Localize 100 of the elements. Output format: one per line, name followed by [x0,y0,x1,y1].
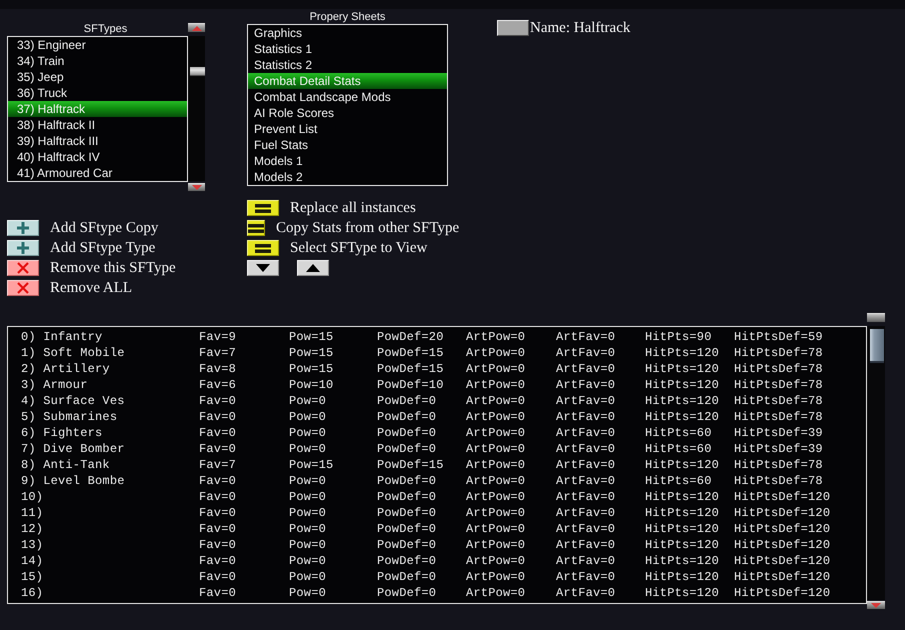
table-cell-text: ArtPow=0 [466,425,526,441]
list-item[interactable]: 41) Armoured Car [8,165,187,181]
action-button[interactable] [247,220,265,236]
list-item[interactable]: Combat Landscape Mods [248,89,447,105]
list-item[interactable]: Graphics [248,25,447,41]
table-cell-text: ArtPow=0 [466,345,526,361]
list-item[interactable]: Models 2 [248,169,447,185]
table-cell-text: HitPts=120 [645,521,720,537]
list-item[interactable]: Statistics 2 [248,57,447,73]
table-cell-text: Pow=15 [289,329,334,345]
list-item[interactable]: Prevent List [248,121,447,137]
table-cell-text: 4) Surface Ves [21,393,126,409]
table-cell-text: ArtPow=0 [466,441,526,457]
down-button[interactable] [247,260,279,276]
scroll-up-button[interactable] [867,313,885,322]
scrollbar-thumb[interactable] [870,329,884,363]
table-cell-text: HitPts=120 [645,505,720,521]
up-triangle-icon [306,264,320,272]
table-cell-text: PowDef=0 [377,441,438,457]
table-cell-text: ArtPow=0 [466,569,526,585]
table-cell-text: ArtPow=0 [466,553,526,569]
remove-button[interactable] [7,280,39,296]
scroll-up-button[interactable] [188,23,205,32]
table-cell-text: ArtPow=0 [466,329,526,345]
add-button[interactable] [7,240,39,256]
table-cell-text: HitPtsDef=120 [734,553,832,569]
table-cell-text: HitPtsDef=59 [734,329,824,345]
table-cell-text: Fav=0 [199,553,238,569]
table-cell-text: HitPtsDef=78 [734,361,824,377]
table-cell-text: Pow=0 [289,521,328,537]
table-cell-text: HitPtsDef=39 [734,425,824,441]
list-item[interactable]: 34) Train [8,53,187,69]
table-cell-text: Fav=0 [199,505,238,521]
equals-icon [255,244,271,252]
up-arrow-icon [192,26,202,30]
table-cell-text: Fav=0 [199,489,238,505]
table-cell-text: PowDef=20 [377,329,445,345]
table-cell-text: ArtFav=0 [556,505,616,521]
list-item[interactable]: Fuel Stats [248,137,447,153]
table-cell-text: Fav=0 [199,537,238,553]
scroll-down-button[interactable] [867,601,885,609]
table-cell-text: PowDef=0 [377,521,438,537]
table-cell-text: 16) [21,585,44,601]
list-item[interactable]: 38) Halftrack II [8,117,187,133]
table-cell-text: Pow=15 [289,361,334,377]
table-cell-text: HitPts=60 [645,425,713,441]
table-cell-text: Fav=0 [199,425,238,441]
table-cell-text: HitPtsDef=78 [734,377,824,393]
table-cell-text: 10) [21,489,44,505]
action-button[interactable] [247,200,279,216]
remove-button[interactable] [7,260,39,276]
table-cell-text: 14) [21,553,44,569]
down-arrow-icon [871,603,881,608]
table-cell-text: HitPts=90 [645,329,713,345]
table-cell-text: Fav=9 [199,329,238,345]
list-item[interactable]: 35) Jeep [8,69,187,85]
table-cell-text: HitPts=120 [645,345,720,361]
list-item[interactable]: 36) Truck [8,85,187,101]
table-cell-text: HitPtsDef=120 [734,505,832,521]
up-button[interactable] [297,260,329,276]
add-button[interactable] [7,220,39,236]
table-cell-text: Fav=0 [199,569,238,585]
table-cell-text: ArtFav=0 [556,457,616,473]
list-item[interactable]: 39) Halftrack III [8,133,187,149]
table-cell-text: HitPts=120 [645,377,720,393]
table-cell-text: ArtPow=0 [466,457,526,473]
list-item[interactable]: Statistics 1 [248,41,447,57]
table-cell-text: PowDef=15 [377,457,445,473]
list-item[interactable]: 37) Halftrack [8,101,187,117]
action-button[interactable] [247,240,279,256]
list-item[interactable]: AI Role Scores [248,105,447,121]
table-cell-text: HitPtsDef=78 [734,457,824,473]
table-cell-text: 1) Soft Mobile [21,345,126,361]
list-item[interactable]: Models 1 [248,153,447,169]
plus-icon [17,242,29,254]
list-item[interactable]: Combat Detail Stats [248,73,447,89]
table-cell-text: ArtFav=0 [556,537,616,553]
list-item[interactable]: 33) Engineer [8,37,187,53]
table-cell-text: HitPts=120 [645,393,720,409]
table-cell-text: 2) Artillery [21,361,111,377]
table-cell-text: Fav=0 [199,441,238,457]
table-cell-text: 13) [21,537,44,553]
equals-icon [255,204,271,212]
table-cell-text: HitPts=120 [645,569,720,585]
table-cell-text: HitPtsDef=78 [734,409,824,425]
down-triangle-icon [256,264,270,272]
table-cell-text: HitPtsDef=78 [734,393,824,409]
name-button[interactable] [497,20,529,36]
table-cell-text: ArtPow=0 [466,505,526,521]
table-cell-text: ArtFav=0 [556,377,616,393]
table-cell-text: ArtFav=0 [556,521,616,537]
table-cell-text: PowDef=0 [377,425,438,441]
list-item[interactable]: 40) Halftrack IV [8,149,187,165]
scrollbar-thumb[interactable] [190,67,205,76]
table-cell-text: HitPts=120 [645,457,720,473]
scroll-down-button[interactable] [188,183,205,191]
table-cell-text: HitPtsDef=78 [734,473,824,489]
table-cell-text: Pow=0 [289,537,328,553]
table-cell-text: ArtPow=0 [466,489,526,505]
table-cell-text: PowDef=0 [377,409,438,425]
